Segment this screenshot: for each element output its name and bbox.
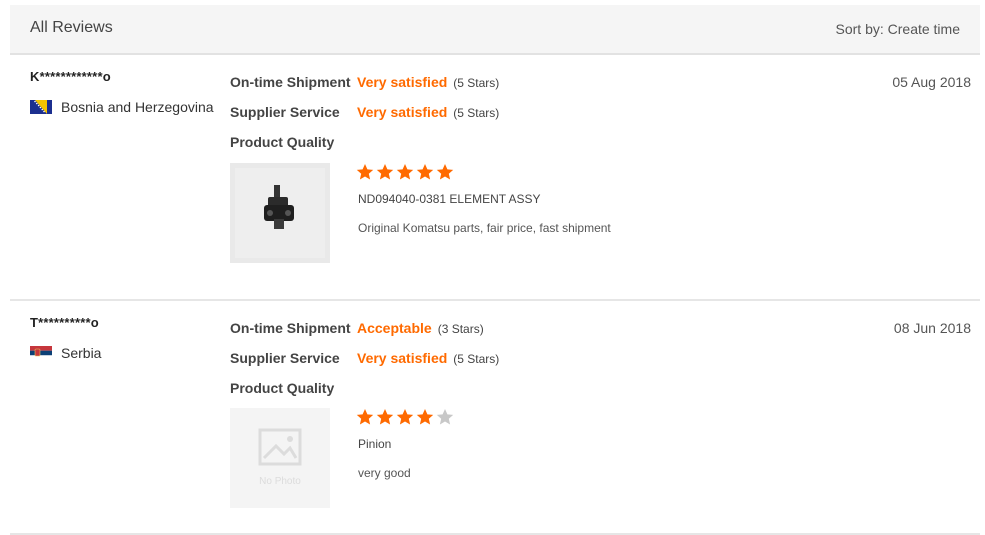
quality-stars <box>356 163 456 181</box>
serbia-flag-icon <box>30 346 52 360</box>
star-filled-icon <box>396 409 414 425</box>
country-name: Bosnia and Herzegovina <box>61 99 214 115</box>
quality-rating: Product Quality <box>230 380 357 396</box>
service-rating: Supplier Service Very satisfied (5 Stars… <box>230 104 499 120</box>
product-photo[interactable] <box>230 163 330 263</box>
service-rating: Supplier Service Very satisfied (5 Stars… <box>230 350 499 366</box>
service-value: Very satisfied <box>357 350 448 366</box>
shipment-value: Acceptable <box>357 320 432 336</box>
reviewer-country: Serbia <box>30 345 101 361</box>
star-filled-icon <box>416 164 434 180</box>
service-label: Supplier Service <box>230 104 340 120</box>
shipment-rating: On-time Shipment Acceptable (3 Stars) <box>230 320 484 336</box>
review-date: 08 Jun 2018 <box>893 320 971 336</box>
reviews-header: All Reviews Sort by: Create time <box>10 5 980 55</box>
product-name[interactable]: ND094040-0381 ELEMENT ASSY <box>358 192 541 206</box>
reviewer-name: K************o <box>30 69 111 84</box>
star-filled-icon <box>376 164 394 180</box>
service-value: Very satisfied <box>357 104 448 120</box>
quality-label: Product Quality <box>230 380 335 396</box>
star-filled-icon <box>416 409 434 425</box>
star-filled-icon <box>436 164 454 180</box>
quality-stars <box>356 408 456 426</box>
review-comment: Original Komatsu parts, fair price, fast… <box>358 221 611 235</box>
star-filled-icon <box>376 409 394 425</box>
sort-dropdown[interactable]: Sort by: Create time <box>836 21 961 37</box>
service-stars-text: (5 Stars) <box>453 106 500 120</box>
shipment-stars-text: (5 Stars) <box>453 76 500 90</box>
reviewer-country: Bosnia and Herzegovina <box>30 99 214 115</box>
review-date: 05 Aug 2018 <box>892 74 971 90</box>
shipment-value: Very satisfied <box>357 74 448 90</box>
star-empty-icon <box>436 409 454 425</box>
shipment-label: On-time Shipment <box>230 74 351 90</box>
shipment-label: On-time Shipment <box>230 320 351 336</box>
service-label: Supplier Service <box>230 350 340 366</box>
country-name: Serbia <box>61 345 102 361</box>
bosnia-flag-icon <box>30 100 52 114</box>
quality-label: Product Quality <box>230 134 335 150</box>
service-stars-text: (5 Stars) <box>453 352 500 366</box>
shipment-rating: On-time Shipment Very satisfied (5 Stars… <box>230 74 499 90</box>
review-item: K************o Bosnia and Herzegovina 05… <box>10 55 980 301</box>
quality-rating: Product Quality <box>230 134 357 150</box>
reviews-title: All Reviews <box>30 19 113 36</box>
product-name[interactable]: Pinion <box>358 437 391 451</box>
image-placeholder-icon <box>258 428 302 466</box>
star-filled-icon <box>356 164 374 180</box>
shipment-stars-text: (3 Stars) <box>437 322 484 336</box>
review-comment: very good <box>358 466 411 480</box>
review-item: T**********o Serbia 08 Jun 2018 On-time … <box>10 301 980 535</box>
reviewer-name: T**********o <box>30 315 99 330</box>
star-filled-icon <box>356 409 374 425</box>
no-photo-text: No Photo <box>259 476 301 487</box>
no-photo-placeholder: No Photo <box>230 408 330 508</box>
product-image <box>230 163 330 263</box>
star-filled-icon <box>396 164 414 180</box>
